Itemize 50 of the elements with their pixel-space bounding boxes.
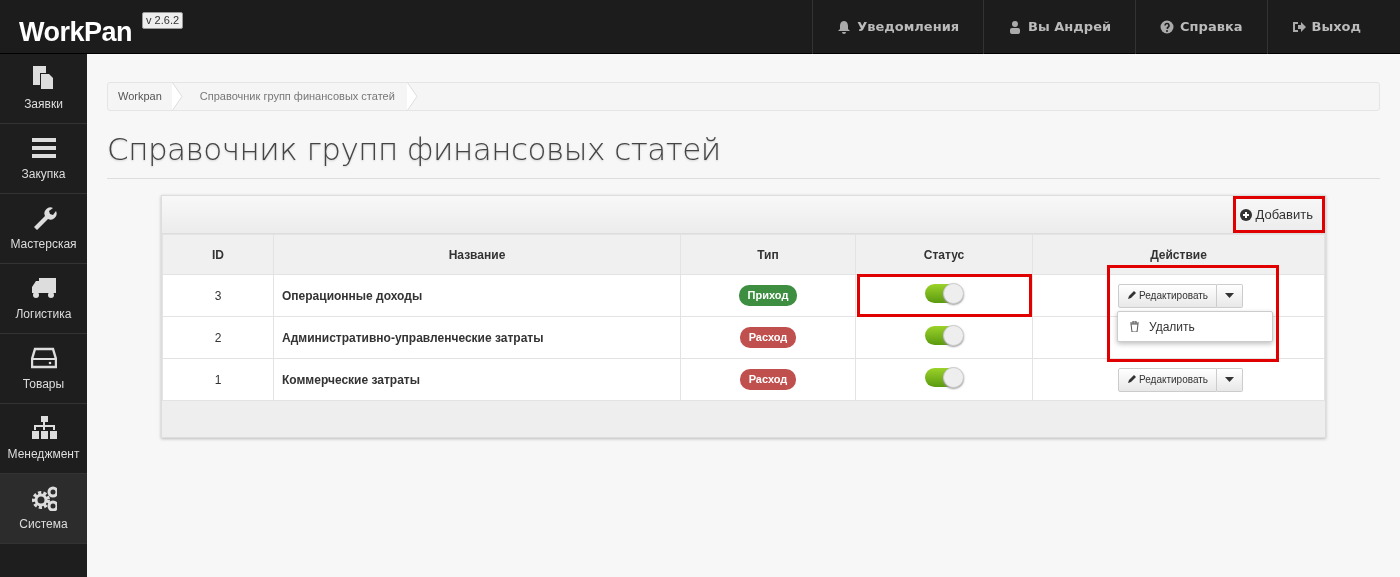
top-menu-link[interactable]: Уведомления [812, 0, 984, 54]
type-tag: Приход [738, 285, 798, 306]
column-header: Действие [1032, 234, 1325, 275]
table-cell: Коммерческие затраты [273, 358, 681, 401]
status-toggle[interactable] [925, 283, 963, 303]
add-button[interactable]: Добавить [1227, 198, 1325, 231]
brand-logo[interactable]: WorkPan [0, 0, 133, 53]
top-menu-link[interactable]: Выход [1266, 0, 1385, 54]
top-menu-link[interactable]: Вы Андрей [983, 0, 1136, 54]
type-tag: Расход [739, 369, 797, 390]
pencil-icon [1127, 291, 1136, 301]
table-cell: 3 [162, 274, 274, 317]
dropdown-toggle-button[interactable] [1217, 283, 1244, 308]
sidebar-item[interactable]: Закупка [0, 124, 87, 194]
plus-circle-icon [1239, 208, 1252, 221]
column-header: Название [273, 234, 681, 275]
edit-button[interactable]: Редактировать [1118, 367, 1218, 392]
edit-button[interactable]: Редактировать [1118, 283, 1218, 308]
column-header: ID [162, 234, 274, 275]
status-toggle[interactable] [925, 325, 963, 345]
breadcrumb-link[interactable]: Workpan [108, 88, 172, 105]
trash-icon [1130, 321, 1139, 333]
top-menu-link[interactable]: Справка [1135, 0, 1267, 54]
sidebar-item[interactable]: Система [0, 474, 87, 544]
sidebar-item[interactable]: Мастерская [0, 194, 87, 264]
column-header: Тип [680, 234, 856, 275]
table-cell: 2 [162, 316, 274, 359]
bell-icon [837, 20, 852, 34]
status-toggle[interactable] [925, 367, 963, 387]
table-cell: Операционные доходы [273, 274, 681, 317]
table-cell: Административно-управленческие затраты [273, 316, 681, 359]
breadcrumb-current: Справочник групп финансовых статей [198, 89, 396, 105]
dropdown-toggle-button[interactable] [1217, 367, 1244, 392]
table-cell: 1 [162, 358, 274, 401]
delete-menu-item[interactable]: Удалить [1117, 311, 1273, 343]
page-title: Справочник групп финансовых статей [107, 131, 722, 169]
hierarchy-icon [30, 414, 57, 441]
caret-icon [1225, 377, 1235, 383]
sidebar-item[interactable]: Товары [0, 334, 87, 404]
exit-icon [1291, 20, 1306, 34]
column-header: Статус [855, 234, 1033, 275]
version-badge: v 2.6.2 [142, 12, 184, 29]
type-tag: Расход [739, 327, 797, 348]
sidebar-item[interactable]: Заявки [0, 54, 87, 124]
gears-icon [30, 484, 57, 511]
sidebar-item[interactable]: Логистика [0, 264, 87, 334]
help-icon [1160, 20, 1175, 34]
pencil-icon [1127, 375, 1136, 385]
user-icon [1008, 20, 1023, 34]
caret-icon [1225, 293, 1235, 299]
